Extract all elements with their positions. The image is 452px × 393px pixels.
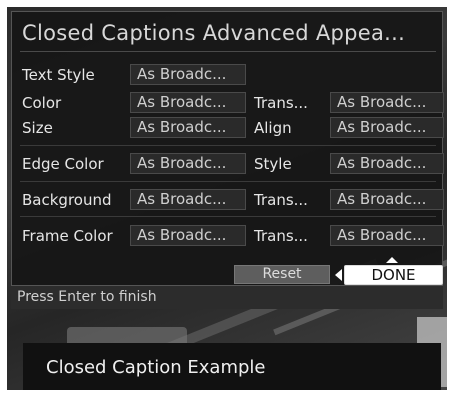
align-label: Align: [254, 119, 292, 137]
section-divider: [20, 216, 436, 217]
caption-preview-text: Closed Caption Example: [46, 357, 266, 378]
section-divider: [20, 181, 436, 182]
size-label: Size: [22, 119, 53, 137]
color-label: Color: [22, 94, 62, 112]
frame-trans-label: Trans...: [254, 227, 308, 245]
reset-button[interactable]: Reset: [234, 265, 330, 284]
frame-color-label: Frame Color: [22, 227, 113, 245]
text-style-label: Text Style: [22, 66, 95, 84]
arrow-left-icon: [335, 269, 342, 281]
background-trans-label: Trans...: [254, 191, 308, 209]
tv-screen: Closed Captions Advanced Appea... Text S…: [7, 7, 447, 390]
edge-color-label: Edge Color: [22, 155, 104, 173]
status-text: Press Enter to finish: [17, 289, 157, 305]
section-divider: [20, 145, 436, 146]
size-field[interactable]: As Broadc...: [130, 117, 246, 138]
background-trans-field[interactable]: As Broadc...: [330, 189, 444, 210]
edge-style-field[interactable]: As Broadc...: [330, 153, 444, 174]
color-trans-field[interactable]: As Broadc...: [330, 92, 444, 113]
status-bar: Press Enter to finish: [11, 285, 443, 309]
frame-color-field[interactable]: As Broadc...: [130, 225, 246, 246]
edge-style-label: Style: [254, 155, 292, 173]
background-label: Background: [22, 191, 112, 209]
edge-color-field[interactable]: As Broadc...: [130, 153, 246, 174]
background-field[interactable]: As Broadc...: [130, 189, 246, 210]
done-button[interactable]: DONE: [344, 265, 443, 285]
align-field[interactable]: As Broadc...: [330, 117, 444, 138]
frame-trans-field[interactable]: As Broadc...: [330, 225, 444, 246]
color-field[interactable]: As Broadc...: [130, 92, 246, 113]
title-divider: [20, 51, 436, 52]
caption-preview-box: Closed Caption Example: [23, 343, 441, 390]
arrow-up-icon: [386, 257, 398, 263]
color-trans-label: Trans...: [254, 94, 308, 112]
text-style-field[interactable]: As Broadc...: [130, 64, 246, 85]
cc-advanced-panel: Closed Captions Advanced Appea... Text S…: [11, 11, 444, 309]
panel-title: Closed Captions Advanced Appea...: [22, 21, 406, 45]
